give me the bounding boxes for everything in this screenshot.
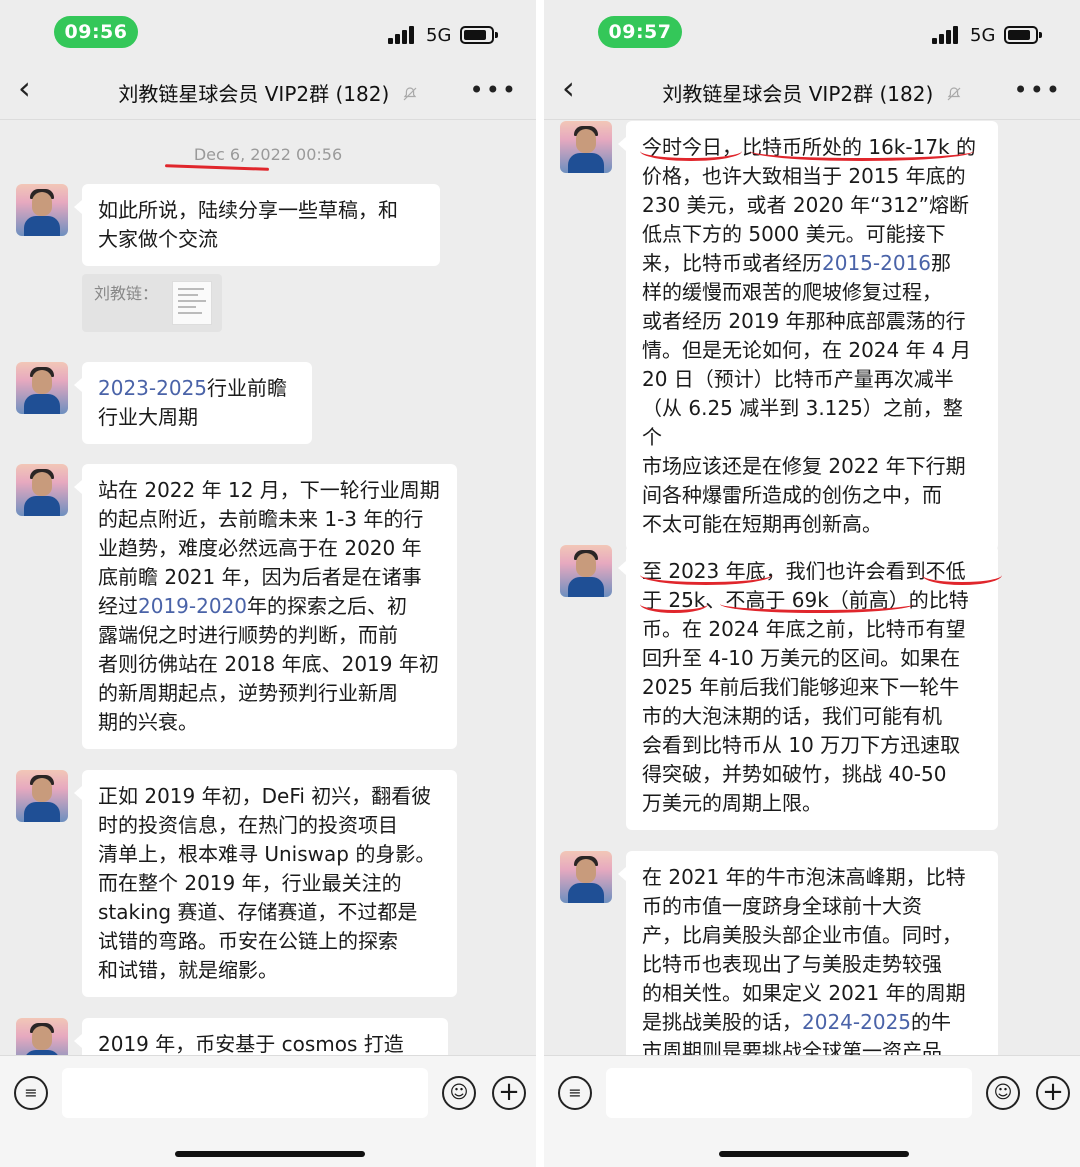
message-input[interactable] [62, 1068, 428, 1118]
chat-title: 刘教链星球会员 VIP2群 (182) [544, 78, 1080, 107]
chat-header: ‹ 刘教链星球会员 VIP2群 (182) ••• [0, 62, 536, 120]
message-bubble[interactable]: 今时今日，比特币所处的 16k-17k 的 价格，也许大致相当于 2015 年底… [618, 121, 998, 551]
quote-item: 刘教链： [0, 274, 536, 338]
message-bubble[interactable]: 在 2021 年的牛市泡沫高峰期，比特 币的市值一度跻身全球前十大资 产，比肩美… [618, 851, 998, 1055]
voice-icon[interactable]: ≡ [14, 1076, 48, 1110]
plus-icon[interactable]: + [1036, 1076, 1070, 1110]
avatar[interactable] [16, 464, 68, 516]
signal-icon [932, 26, 962, 44]
message-item: 2023-2025行业前瞻 行业大周期 [0, 362, 536, 444]
mute-bell-icon [947, 86, 961, 100]
red-underline [750, 141, 974, 161]
emoji-icon[interactable]: ☺ [986, 1076, 1020, 1110]
message-item: 正如 2019 年初，DeFi 初兴，翻看彼 时的投资信息，在热门的投资项目 清… [0, 770, 536, 997]
avatar[interactable] [560, 851, 612, 903]
network-label: 5G [426, 25, 452, 46]
avatar[interactable] [16, 184, 68, 236]
message-item: 如此所说，陆续分享一些草稿，和 大家做个交流 [0, 184, 536, 266]
left-phone-screen: 09:56 5G ‹ 刘教链星球会员 VIP2群 (182) ••• Dec 6… [0, 0, 536, 1167]
status-time: 09:57 [598, 16, 682, 48]
status-bar: 09:57 5G [544, 0, 1080, 62]
chat-title-text: 刘教链星球会员 VIP2群 (182) [118, 82, 390, 106]
message-bubble[interactable]: 至 2023 年底，我们也许会看到不低 于 25k、不高于 69k（前高）的比特… [618, 545, 998, 830]
home-indicator [175, 1151, 365, 1157]
message-link[interactable]: 2024-2025 [802, 1010, 911, 1034]
message-link[interactable]: 2015-2016 [822, 251, 931, 275]
message-link[interactable]: 2023-2025 [98, 376, 207, 400]
status-time: 09:56 [54, 16, 138, 48]
input-bar: ≡ ☺ + [544, 1055, 1080, 1167]
message-item: 至 2023 年底，我们也许会看到不低 于 25k、不高于 69k（前高）的比特… [544, 545, 1080, 830]
avatar[interactable] [16, 362, 68, 414]
message-item: 站在 2022 年 12 月，下一轮行业周期 的起点附近，去前瞻未来 1-3 年… [0, 464, 536, 749]
message-bubble[interactable]: 如此所说，陆续分享一些草稿，和 大家做个交流 [74, 184, 440, 266]
red-underline [640, 595, 708, 613]
document-thumbnail-icon [172, 281, 212, 325]
message-item: 2019 年，币安基于 cosmos 打造 [0, 1018, 536, 1055]
message-input[interactable] [606, 1068, 972, 1118]
message-bubble[interactable]: 站在 2022 年 12 月，下一轮行业周期 的起点附近，去前瞻未来 1-3 年… [74, 464, 457, 749]
quote-label: 刘教链： [94, 284, 159, 303]
chat-title: 刘教链星球会员 VIP2群 (182) [0, 78, 536, 107]
network-label: 5G [970, 25, 996, 46]
red-underline [164, 164, 270, 171]
message-link[interactable]: 2019-2020 [138, 594, 247, 618]
red-underline [640, 141, 742, 161]
more-icon[interactable]: ••• [1014, 76, 1062, 104]
chat-header: ‹ 刘教链星球会员 VIP2群 (182) ••• [544, 62, 1080, 120]
signal-icon [388, 26, 418, 44]
message-list[interactable]: Dec 6, 2022 00:56 如此所说，陆续分享一些草稿，和 大家做个交流… [0, 121, 536, 1055]
avatar[interactable] [16, 770, 68, 822]
battery-icon [1004, 26, 1042, 44]
voice-icon[interactable]: ≡ [558, 1076, 592, 1110]
red-underline [922, 565, 1002, 585]
emoji-icon[interactable]: ☺ [442, 1076, 476, 1110]
avatar[interactable] [560, 545, 612, 597]
message-item: 在 2021 年的牛市泡沫高峰期，比特 币的市值一度跻身全球前十大资 产，比肩美… [544, 851, 1080, 1055]
message-bubble[interactable]: 2023-2025行业前瞻 行业大周期 [74, 362, 312, 444]
avatar[interactable] [560, 121, 612, 173]
quoted-file[interactable]: 刘教链： [82, 274, 222, 332]
red-underline [720, 595, 914, 613]
battery-icon [460, 26, 498, 44]
message-list[interactable]: 今时今日，比特币所处的 16k-17k 的 价格，也许大致相当于 2015 年底… [544, 121, 1080, 1055]
input-bar: ≡ ☺ + [0, 1055, 536, 1167]
mute-bell-icon [403, 86, 417, 100]
right-phone-screen: 09:57 5G ‹ 刘教链星球会员 VIP2群 (182) ••• 今时今日，… [544, 0, 1080, 1167]
chat-title-text: 刘教链星球会员 VIP2群 (182) [662, 82, 934, 106]
more-icon[interactable]: ••• [470, 76, 518, 104]
message-item: 今时今日，比特币所处的 16k-17k 的 价格，也许大致相当于 2015 年底… [544, 121, 1080, 551]
message-bubble[interactable]: 2019 年，币安基于 cosmos 打造 [74, 1018, 448, 1055]
home-indicator [719, 1151, 909, 1157]
timestamp: Dec 6, 2022 00:56 [193, 145, 343, 164]
message-bubble[interactable]: 正如 2019 年初，DeFi 初兴，翻看彼 时的投资信息，在热门的投资项目 清… [74, 770, 457, 997]
avatar[interactable] [16, 1018, 68, 1055]
red-underline [640, 565, 772, 585]
status-bar: 09:56 5G [0, 0, 536, 62]
plus-icon[interactable]: + [492, 1076, 526, 1110]
